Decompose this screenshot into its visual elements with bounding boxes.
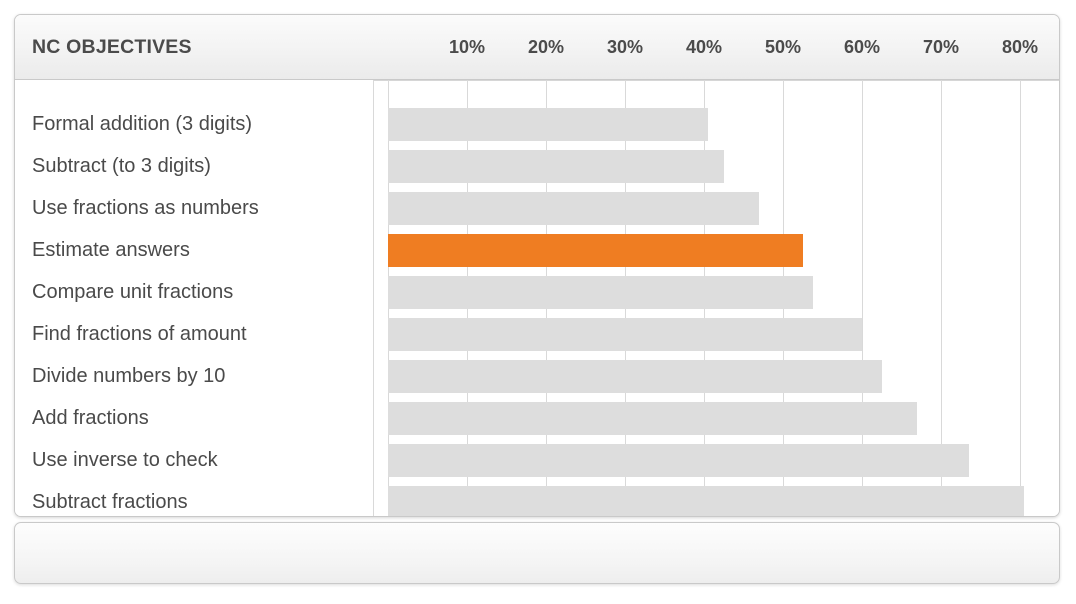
bar[interactable] bbox=[388, 318, 862, 351]
chart-body: Formal addition (3 digits) Subtract (to 3… bbox=[15, 80, 1059, 517]
bar-highlighted[interactable] bbox=[388, 234, 803, 267]
tick-label-40: 40% bbox=[686, 15, 722, 79]
bar[interactable] bbox=[388, 402, 917, 435]
tick-label-50: 50% bbox=[765, 15, 801, 79]
category-label: Estimate answers bbox=[32, 234, 190, 267]
tick-label-60: 60% bbox=[844, 15, 880, 79]
category-label: Subtract fractions bbox=[32, 486, 188, 517]
category-label: Add fractions bbox=[32, 402, 149, 435]
tick-label-70: 70% bbox=[923, 15, 959, 79]
tick-label-20: 20% bbox=[528, 15, 564, 79]
footer-bar[interactable] bbox=[14, 522, 1060, 584]
chart-page: NC OBJECTIVES 10% 20% 30% 40% 50% 60% 70% 80% F… bbox=[0, 0, 1076, 604]
bar[interactable] bbox=[388, 108, 708, 141]
gridline-80 bbox=[1020, 80, 1021, 517]
plot-area bbox=[374, 80, 1059, 517]
category-label: Subtract (to 3 digits) bbox=[32, 150, 211, 183]
tick-label-80: 80% bbox=[1002, 15, 1038, 79]
bar[interactable] bbox=[388, 486, 1024, 517]
category-label: Compare unit fractions bbox=[32, 276, 233, 309]
category-label: Formal addition (3 digits) bbox=[32, 108, 252, 141]
category-label: Divide numbers by 10 bbox=[32, 360, 225, 393]
nc-objectives-card: NC OBJECTIVES 10% 20% 30% 40% 50% 60% 70% 80% F… bbox=[14, 14, 1060, 517]
bar[interactable] bbox=[388, 150, 724, 183]
axis-tick-labels: 10% 20% 30% 40% 50% 60% 70% 80% bbox=[374, 15, 1059, 79]
tick-label-10: 10% bbox=[449, 15, 485, 79]
category-label: Use fractions as numbers bbox=[32, 192, 259, 225]
bar[interactable] bbox=[388, 444, 969, 477]
category-label-column: Formal addition (3 digits) Subtract (to 3… bbox=[15, 80, 374, 517]
tick-label-30: 30% bbox=[607, 15, 643, 79]
bar[interactable] bbox=[388, 192, 759, 225]
bar[interactable] bbox=[388, 276, 813, 309]
page-title: NC OBJECTIVES bbox=[32, 15, 192, 79]
category-label: Use inverse to check bbox=[32, 444, 218, 477]
bar[interactable] bbox=[388, 360, 882, 393]
chart-header: NC OBJECTIVES 10% 20% 30% 40% 50% 60% 70% 80% bbox=[15, 15, 1059, 80]
category-label: Find fractions of amount bbox=[32, 318, 247, 351]
